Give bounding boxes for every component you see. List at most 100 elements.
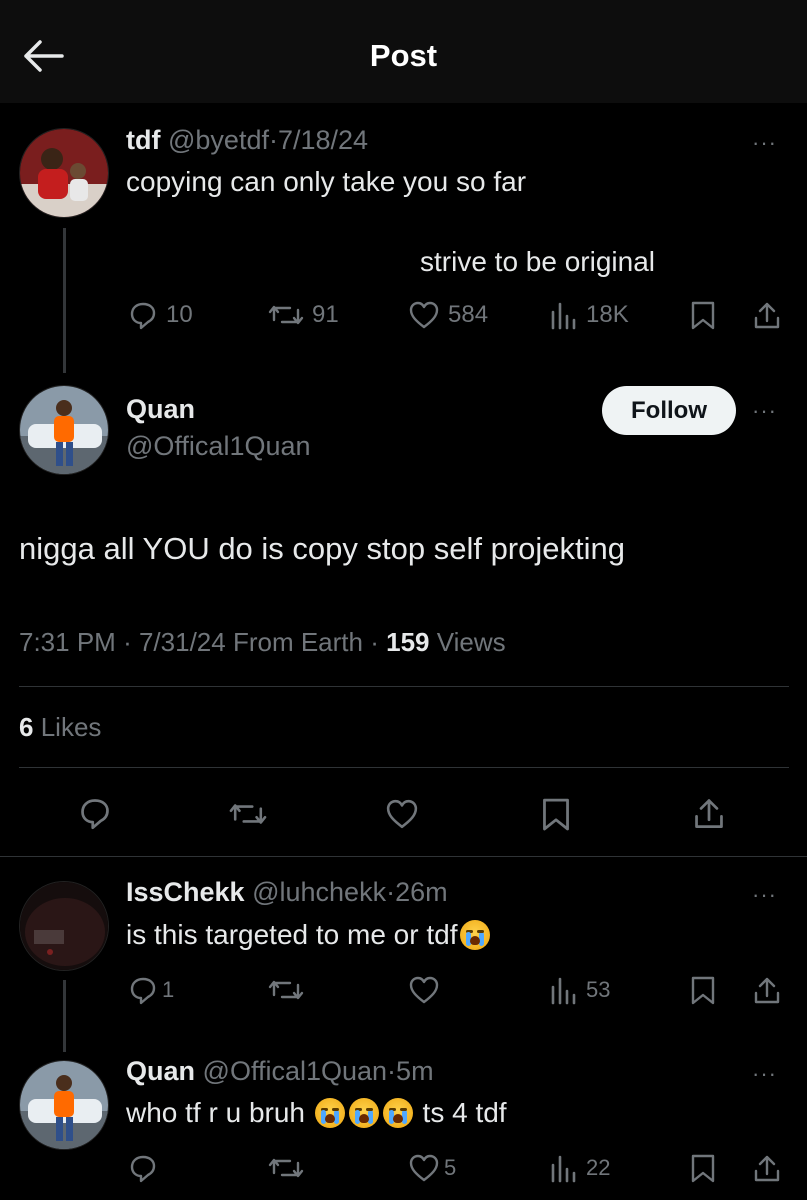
- reply-button[interactable]: 10: [128, 300, 193, 330]
- post-source: From Earth: [232, 627, 363, 657]
- like-count: 5: [444, 1155, 457, 1180]
- page-title: Post: [369, 38, 438, 73]
- repost-icon: [268, 305, 304, 325]
- views-count: 22: [586, 1155, 611, 1180]
- bookmark-icon: [691, 976, 715, 1005]
- views-button[interactable]: 22: [548, 1153, 610, 1183]
- avatar[interactable]: [19, 1060, 109, 1150]
- crying-emoji-icon: [348, 1098, 379, 1128]
- crying-emoji-icon: [382, 1098, 413, 1128]
- bookmark-button[interactable]: [690, 1153, 716, 1183]
- more-icon[interactable]: ···: [752, 1061, 777, 1087]
- separator-dot: ·: [386, 877, 396, 907]
- divider: [19, 686, 789, 687]
- share-button[interactable]: [692, 796, 726, 830]
- reply-icon: [130, 302, 156, 330]
- follow-button[interactable]: Follow: [602, 386, 736, 435]
- reply-time[interactable]: 26m: [395, 877, 448, 907]
- post-text-line1: copying can only take you so far: [126, 166, 527, 197]
- post-text-line2: strive to be original: [420, 246, 656, 277]
- repost-icon: [268, 980, 304, 1000]
- views-count: 159: [386, 627, 430, 657]
- separator-dot: ·: [387, 1056, 397, 1086]
- divider: [19, 767, 789, 768]
- like-button[interactable]: [384, 798, 420, 830]
- post-date[interactable]: 7/18/24: [278, 125, 368, 155]
- separator-dot: ·: [123, 627, 132, 657]
- crying-emoji-icon: [459, 920, 490, 950]
- views-icon: [551, 302, 576, 330]
- views-icon: [551, 977, 576, 1005]
- avatar[interactable]: [19, 128, 109, 218]
- reply-text-part-b: ts 4 tdf: [422, 1097, 507, 1128]
- like-icon: [409, 1154, 439, 1182]
- thread-line: [63, 228, 66, 373]
- author-name[interactable]: IssChekk: [126, 877, 245, 907]
- repost-icon: [268, 1158, 304, 1178]
- share-icon: [754, 302, 780, 329]
- repost-count: 91: [312, 301, 339, 328]
- repost-button[interactable]: [268, 1153, 304, 1183]
- like-icon: [409, 976, 439, 1004]
- post-meta: 7:31 PM · 7/31/24 From Earth · 159 Views: [19, 627, 506, 658]
- reply-button[interactable]: 1: [128, 975, 174, 1005]
- thread-line: [63, 980, 66, 1052]
- more-icon[interactable]: ···: [752, 882, 777, 908]
- reply-header: Quan @Offical1Quan·5m: [126, 1056, 434, 1087]
- bookmark-button[interactable]: [690, 300, 716, 330]
- main-post-text: nigga all YOU do is copy stop self proje…: [19, 531, 625, 566]
- author-name[interactable]: Quan: [126, 1056, 195, 1086]
- like-icon: [386, 799, 418, 829]
- author-name[interactable]: tdf: [126, 125, 160, 155]
- views-count: 53: [586, 977, 611, 1002]
- reply-icon: [81, 799, 109, 830]
- like-button[interactable]: 5: [408, 1153, 456, 1183]
- reply-header: IssChekk @luhchekk·26m: [126, 877, 448, 908]
- repost-button[interactable]: [228, 798, 268, 830]
- share-button[interactable]: [752, 300, 782, 330]
- top-bar: Post: [0, 0, 807, 103]
- views-button[interactable]: 18K: [548, 300, 629, 330]
- reply-button[interactable]: [78, 796, 112, 830]
- reply-time[interactable]: 5m: [396, 1056, 434, 1086]
- bookmark-button[interactable]: [690, 975, 716, 1005]
- bookmark-icon: [691, 1154, 715, 1183]
- views-button[interactable]: 53: [548, 975, 610, 1005]
- author-handle[interactable]: @luhchekk: [252, 877, 386, 907]
- views-icon: [551, 1155, 576, 1183]
- reply-button[interactable]: [128, 1153, 158, 1183]
- share-icon: [754, 977, 780, 1004]
- quoted-post-header: tdf @byetdf·7/18/24: [126, 125, 368, 156]
- separator-dot: ·: [268, 125, 278, 155]
- likes-count: 6: [19, 712, 34, 742]
- separator-dot: ·: [370, 627, 379, 657]
- like-icon: [409, 301, 439, 329]
- reply-icon: [130, 977, 156, 1005]
- divider: [0, 856, 807, 857]
- likes-summary[interactable]: 6 Likes: [19, 712, 101, 743]
- bookmark-button[interactable]: [541, 796, 571, 832]
- like-count: 584: [448, 301, 489, 328]
- author-handle[interactable]: @byetdf: [168, 125, 269, 155]
- avatar[interactable]: [19, 385, 109, 475]
- like-button[interactable]: [408, 975, 440, 1005]
- like-button[interactable]: 584: [408, 300, 488, 330]
- author-handle[interactable]: @Offical1Quan: [203, 1056, 388, 1086]
- more-icon[interactable]: ···: [752, 398, 777, 424]
- reply-text-part-a: who tf r u bruh: [126, 1097, 305, 1128]
- reply-count: 1: [162, 977, 175, 1002]
- reply-text: who tf r u bruh ts 4 tdf: [126, 1097, 507, 1129]
- repost-icon: [229, 804, 267, 824]
- share-button[interactable]: [752, 975, 782, 1005]
- crying-emoji-icon: [314, 1098, 345, 1128]
- author-name[interactable]: Quan: [126, 394, 195, 425]
- avatar[interactable]: [19, 881, 109, 971]
- more-icon[interactable]: ···: [752, 130, 777, 156]
- repost-button[interactable]: 91: [268, 300, 339, 330]
- views-count: 18K: [586, 301, 629, 328]
- reply-text: is this targeted to me or tdf: [126, 919, 492, 951]
- repost-button[interactable]: [268, 975, 304, 1005]
- author-handle[interactable]: @Offical1Quan: [126, 431, 311, 462]
- share-button[interactable]: [752, 1153, 782, 1183]
- reply-count: 10: [166, 301, 193, 328]
